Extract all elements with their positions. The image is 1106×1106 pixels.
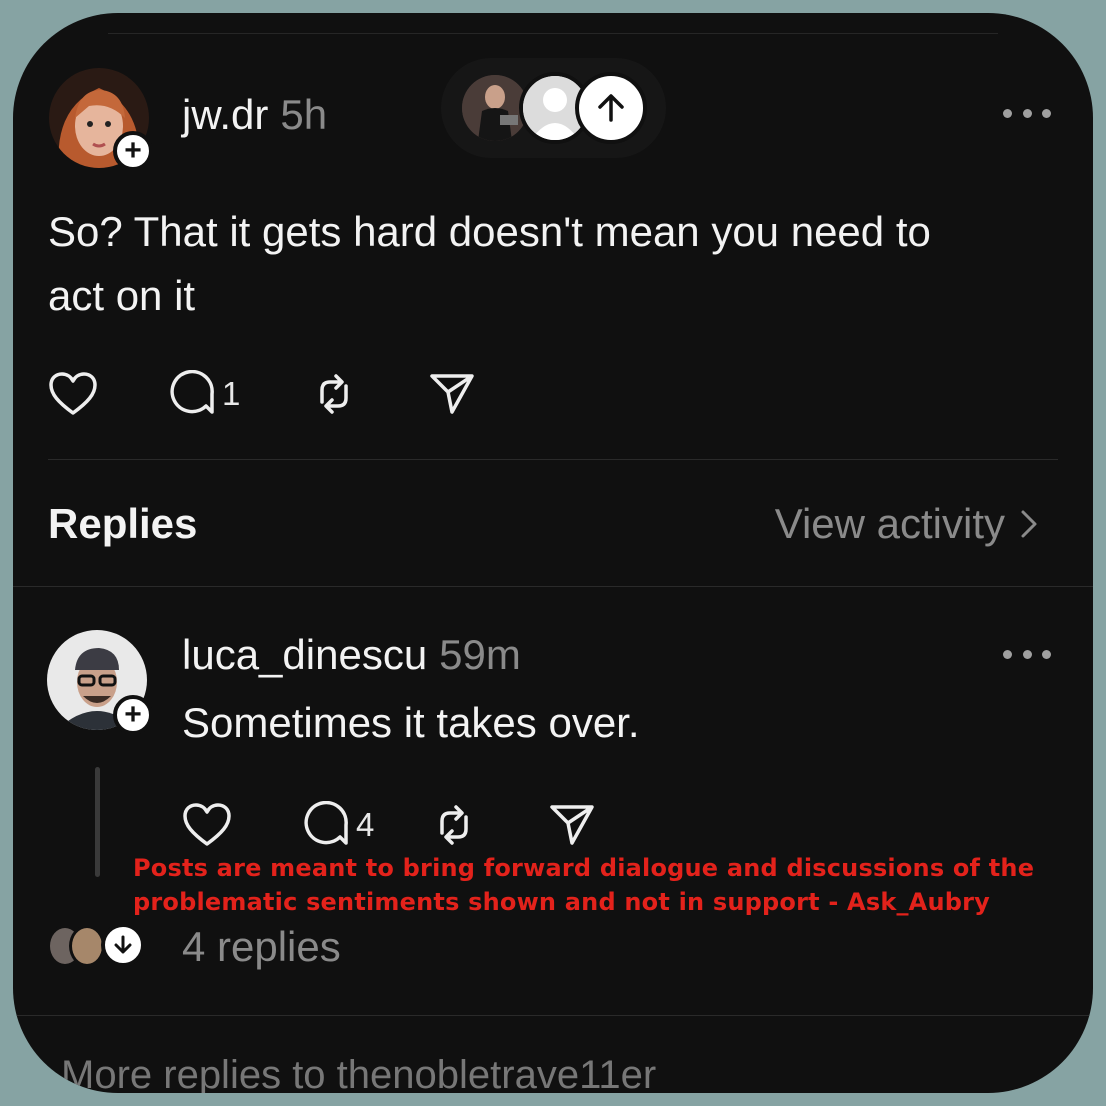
expand-replies-button[interactable]	[101, 923, 145, 967]
reply-author-line: luca_dinescu 59m	[182, 631, 521, 679]
reply-repost-button[interactable]	[430, 801, 478, 849]
replier-avatar-2	[69, 925, 105, 967]
more-dot	[1022, 108, 1032, 118]
thread-line	[95, 767, 100, 877]
send-icon	[430, 374, 475, 414]
chevron-right-icon	[1021, 510, 1037, 538]
reply-username[interactable]: luca_dinescu	[182, 631, 427, 678]
reply-more-button[interactable]	[1003, 647, 1051, 661]
post-text-line1: So? That it gets hard doesn't mean you n…	[48, 208, 931, 255]
follow-author-button[interactable]: +	[113, 131, 153, 171]
view-activity-link[interactable]: View activity	[775, 500, 1043, 548]
post-time: 5h	[280, 91, 328, 138]
post-card: + jw.dr 5h So? That it gets hard doesn't…	[13, 13, 1093, 1093]
heart-icon	[49, 372, 97, 415]
reply-actions: 4	[182, 801, 596, 849]
author-username[interactable]: jw.dr	[182, 91, 268, 138]
post-text: So? That it gets hard doesn't mean you n…	[48, 200, 931, 328]
divider	[13, 586, 1093, 587]
author-line: jw.dr 5h	[182, 91, 327, 139]
more-dot	[1042, 649, 1051, 659]
reply-comment-count: 4	[356, 806, 375, 843]
like-button[interactable]	[48, 371, 98, 417]
disclaimer-line1: Posts are meant to bring forward dialogu…	[133, 854, 1035, 882]
post-more-button[interactable]	[1003, 106, 1051, 120]
view-activity-label: View activity	[774, 500, 1005, 547]
comment-button[interactable]: 1	[168, 370, 240, 418]
scroll-up-button[interactable]	[575, 72, 647, 144]
more-dot	[1022, 649, 1032, 659]
reply-comment-button[interactable]: 4	[302, 801, 374, 849]
reply-share-button[interactable]	[548, 801, 596, 849]
share-button[interactable]	[428, 370, 476, 418]
comment-count: 1	[222, 375, 241, 412]
replies-count-link[interactable]: 4 replies	[182, 923, 341, 971]
comment-icon	[170, 370, 214, 414]
arrow-up-icon	[598, 94, 624, 122]
participants-pill[interactable]	[441, 58, 666, 158]
disclaimer-overlay: Posts are meant to bring forward dialogu…	[133, 851, 1034, 919]
more-dot	[1003, 649, 1012, 659]
top-divider	[108, 33, 998, 34]
comment-icon	[304, 801, 348, 845]
more-dot	[1003, 108, 1012, 118]
reply-time: 59m	[439, 631, 521, 678]
send-icon	[550, 805, 595, 845]
divider	[13, 1015, 1093, 1016]
heart-icon	[183, 803, 231, 846]
follow-reply-author-button[interactable]: +	[113, 695, 153, 735]
post-text-line2: act on it	[48, 272, 196, 319]
more-dot	[1042, 108, 1051, 118]
reply-text: Sometimes it takes over.	[182, 699, 640, 746]
replies-avatars[interactable]	[47, 923, 157, 969]
reply-like-button[interactable]	[182, 802, 232, 848]
arrow-down-icon	[114, 935, 132, 954]
repost-icon	[440, 805, 469, 845]
post-actions: 1	[48, 370, 476, 418]
repost-button[interactable]	[310, 370, 358, 418]
replies-heading: Replies	[48, 500, 198, 547]
disclaimer-line2: problematic sentiments shown and not in …	[133, 888, 991, 916]
more-replies-link[interactable]: More replies to thenobletrave11er	[61, 1053, 656, 1093]
divider	[48, 459, 1058, 460]
repost-icon	[320, 374, 349, 414]
